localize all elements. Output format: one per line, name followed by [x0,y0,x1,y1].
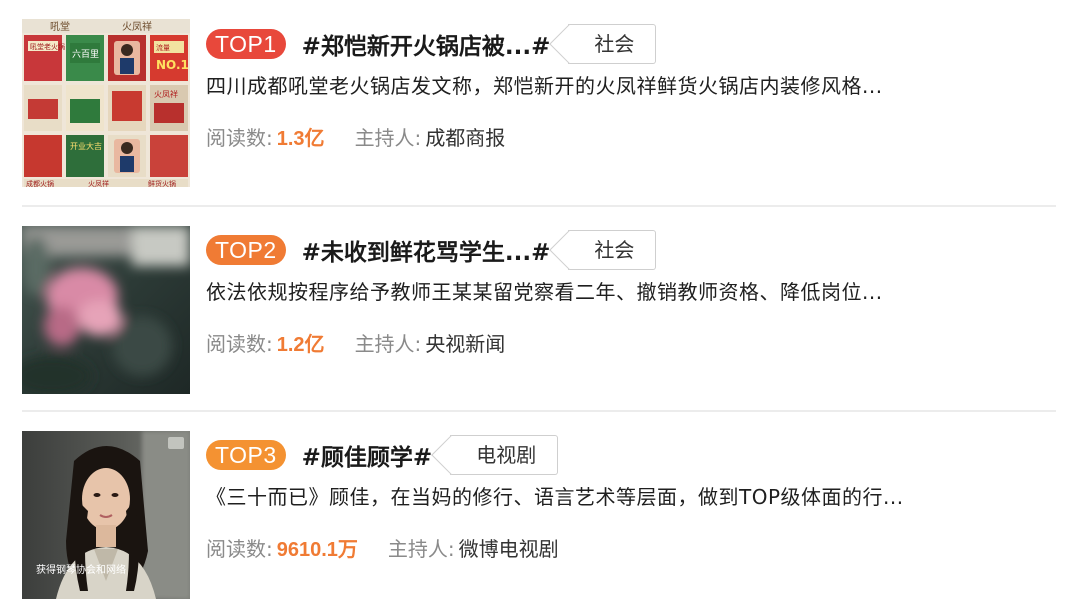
topic-item-1[interactable]: 吼堂 火凤祥 吼堂老火锅 六百里 流量 NO.1 火凤祥 开业大吉 成都火锅 火… [0,0,1080,205]
rank-badge-1: TOP1 [206,29,286,59]
topic-thumbnail-3[interactable]: 获得钢琴协会和网络 [22,431,190,599]
topic-meta-3: 阅读数: 9610.1万 主持人: 微博电视剧 [206,533,559,562]
host-label-1: 主持人: [354,126,422,150]
category-tag-2[interactable]: 社会 [568,230,657,270]
host-name-3[interactable]: 微博电视剧 [459,533,559,562]
category-tag-label-1: 社会 [594,32,635,56]
thumb-text-11: 鲜货火锅 [148,179,176,187]
thumb-text-7: 火凤祥 [154,89,178,99]
topic-title-3[interactable]: #顾佳顾学# [302,438,433,472]
category-tag-1[interactable]: 社会 [568,24,657,64]
topic-title-1[interactable]: #郑恺新开火锅店被...# [302,27,551,61]
thumb-text-2: 火凤祥 [122,20,152,33]
category-tag-3[interactable]: 电视剧 [450,435,559,475]
thumb-text-9: 成都火锅 [26,179,54,187]
thumb-text-1: 吼堂 [50,21,70,33]
rank-badge-2: TOP2 [206,235,286,265]
topic-title-2[interactable]: #未收到鲜花骂学生...# [302,233,551,267]
hotpot-collage-image: 吼堂 火凤祥 吼堂老火锅 六百里 流量 NO.1 火凤祥 开业大吉 成都火锅 火… [22,19,190,187]
topic-summary-2[interactable]: 依法依规按程序给予教师王某某留党察看二年、撤销教师资格、降低岗位... [206,276,1056,305]
thumb-text-6: NO.1 [156,58,189,72]
thumb-text-5: 流量 [156,43,170,52]
topic-title-row-3: TOP3 #顾佳顾学# 电视剧 [206,435,559,475]
topic-thumbnail-2[interactable] [22,226,190,394]
topic-summary-1[interactable]: 四川成都吼堂老火锅店发文称，郑恺新开的火凤祥鲜货火锅店内装修风格... [206,70,1056,99]
read-count-value-1: 1.3亿 [276,128,325,150]
category-tag-label-3: 电视剧 [476,443,537,467]
topic-thumbnail-1[interactable]: 吼堂 火凤祥 吼堂老火锅 六百里 流量 NO.1 火凤祥 开业大吉 成都火锅 火… [22,19,190,187]
topic-title-row-2: TOP2 #未收到鲜花骂学生...# 社会 [206,230,657,270]
host-label-3: 主持人: [387,537,455,561]
read-count-label-3: 阅读数: [206,537,273,561]
topic-meta-2: 阅读数: 1.2亿 主持人: 央视新闻 [206,328,505,357]
host-name-2[interactable]: 央视新闻 [425,328,505,357]
thumb-text-4: 六百里 [72,48,99,60]
thumb-text-8: 开业大吉 [70,141,102,151]
topic-summary-3[interactable]: 《三十而已》顾佳，在当妈的修行、语言艺术等层面，做到TOP级体面的行... [206,481,1056,510]
flowers-blurred-image [22,226,190,394]
topic-item-3[interactable]: 获得钢琴协会和网络 TOP3 #顾佳顾学# 电视剧 《三十而已》顾佳，在当妈的修… [0,411,1080,616]
read-count-label-2: 阅读数: [206,332,273,356]
read-count-value-2: 1.2亿 [276,334,325,356]
thumb-text-3: 吼堂老火锅 [30,42,65,51]
read-count-label-1: 阅读数: [206,126,273,150]
rank-badge-3: TOP3 [206,440,286,470]
topic-title-row-1: TOP1 #郑恺新开火锅店被...# 社会 [206,24,657,64]
host-label-2: 主持人: [354,332,422,356]
read-count-value-3: 9610.1万 [276,539,358,561]
topic-item-2[interactable]: TOP2 #未收到鲜花骂学生...# 社会 依法依规按程序给予教师王某某留党察看… [0,206,1080,411]
actress-portrait-image: 获得钢琴协会和网络 [22,431,190,599]
thumb-text-10: 火凤祥 [88,179,109,187]
video-caption: 获得钢琴协会和网络 [36,563,126,576]
host-name-1[interactable]: 成都商报 [425,122,505,151]
category-tag-label-2: 社会 [594,238,635,262]
topic-meta-1: 阅读数: 1.3亿 主持人: 成都商报 [206,122,505,151]
